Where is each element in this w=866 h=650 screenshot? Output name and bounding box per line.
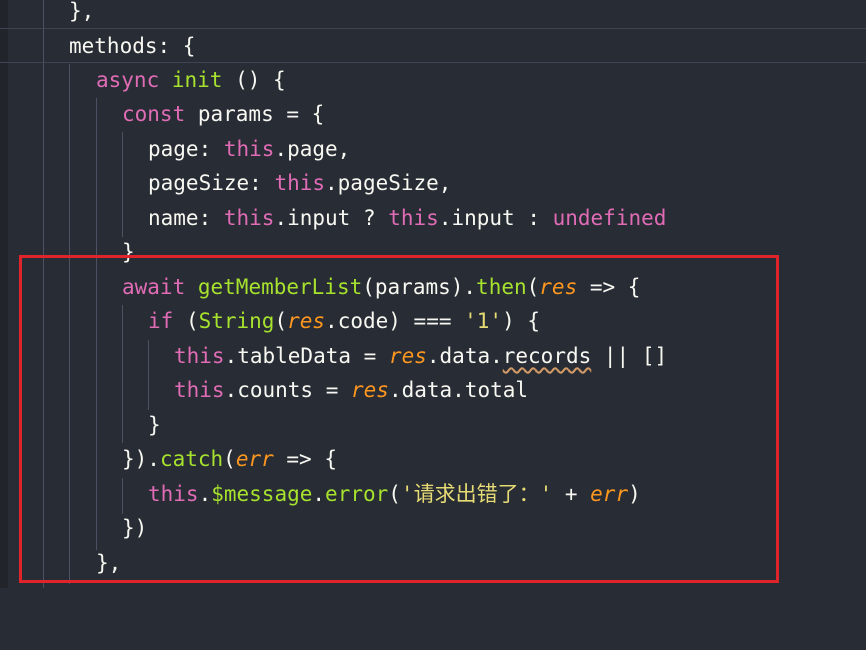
code-token: (params). — [362, 275, 477, 299]
code-token: this — [223, 137, 275, 161]
code-line[interactable]: this.tableData = res.data.records || [] — [0, 339, 866, 374]
code-token: . — [312, 482, 326, 506]
code-token: .data.total — [388, 378, 529, 402]
code-token: err — [590, 482, 629, 506]
code-token: res — [287, 309, 326, 333]
spelling-warning-token[interactable]: records — [503, 344, 592, 368]
code-line[interactable]: methods: { — [0, 28, 866, 63]
code-editor[interactable]: }, methods: { async init () { const para… — [0, 0, 866, 588]
code-line[interactable]: page: this.page, — [0, 132, 866, 167]
code-token: } — [148, 413, 161, 437]
code-line[interactable]: } — [0, 408, 866, 443]
code-line[interactable]: const params = { — [0, 97, 866, 132]
code-token: }). — [122, 447, 160, 471]
code-token: '请求出错了：' — [400, 482, 553, 506]
code-line[interactable]: } — [0, 235, 866, 270]
code-token: const — [122, 102, 186, 126]
code-token: pageSize: — [148, 171, 275, 195]
code-token: => { — [577, 275, 641, 299]
code-token: .page, — [274, 137, 351, 161]
code-token: undefined — [552, 206, 667, 230]
code-tokens: const params = { — [122, 97, 324, 132]
code-token: . — [198, 482, 212, 506]
code-token: this — [148, 482, 199, 506]
code-line[interactable]: this.$message.error('请求出错了：' + err) — [0, 477, 866, 512]
code-token: : { — [157, 34, 196, 58]
code-token: then — [476, 275, 527, 299]
code-line[interactable]: }) — [0, 511, 866, 546]
code-token: }, — [96, 551, 122, 575]
code-token: catch — [159, 447, 224, 471]
code-token: || [] — [591, 344, 668, 368]
code-token: }, — [69, 0, 95, 23]
code-token: .input : — [438, 206, 553, 230]
code-token: init — [171, 68, 223, 92]
code-token: methods — [69, 34, 158, 58]
code-token: .tableData = — [224, 344, 389, 368]
code-token: this — [223, 206, 275, 230]
code-line[interactable]: await getMemberList(params).then(res => … — [0, 270, 866, 305]
code-token: this — [174, 344, 225, 368]
code-tokens: await getMemberList(params).then(res => … — [122, 270, 640, 305]
code-tokens: name: this.input ? this.input : undefine… — [148, 201, 666, 236]
code-token: ( — [526, 275, 540, 299]
code-token: res — [351, 378, 389, 402]
code-tokens: this.$message.error('请求出错了：' + err) — [148, 477, 641, 512]
code-token: async — [96, 68, 160, 92]
code-line[interactable]: if (String(res.code) === '1') { — [0, 304, 866, 339]
code-line[interactable]: pageSize: this.pageSize, — [0, 166, 866, 201]
code-token: .counts = — [224, 378, 352, 402]
code-token: err — [235, 447, 274, 471]
code-token: '1' — [464, 309, 503, 333]
code-token: ( — [388, 482, 401, 506]
code-line[interactable]: }, — [0, 0, 866, 29]
code-token: + — [552, 482, 591, 506]
code-line[interactable]: name: this.input ? this.input : undefine… — [0, 201, 866, 236]
code-tokens: this.tableData = res.data.records || [] — [174, 339, 667, 374]
code-token: .pageSize, — [325, 171, 452, 195]
code-tokens: methods: { — [69, 29, 195, 64]
code-token: () { — [222, 68, 286, 92]
code-tokens: this.counts = res.data.total — [174, 373, 528, 408]
code-line[interactable]: }, — [0, 546, 866, 581]
code-token: params = { — [185, 102, 325, 126]
code-token: ( — [223, 447, 236, 471]
code-token: .code) === — [325, 309, 465, 333]
code-token: res — [539, 275, 578, 299]
code-tokens: async init () { — [96, 63, 286, 98]
code-token: res — [388, 344, 427, 368]
code-line[interactable]: }).catch(err => { — [0, 442, 866, 477]
code-token: ( — [274, 309, 288, 333]
code-token: error — [325, 482, 389, 506]
code-token: getMemberList — [197, 275, 363, 299]
code-token: ) { — [502, 309, 540, 333]
code-token: .data. — [426, 344, 503, 368]
code-token: }) — [122, 516, 148, 540]
code-tokens: page: this.page, — [148, 132, 350, 167]
code-token: this — [274, 171, 326, 195]
code-token: name: — [148, 206, 224, 230]
code-token: page: — [148, 137, 224, 161]
code-token: if — [148, 309, 174, 333]
code-token: await — [122, 275, 186, 299]
code-token: => { — [273, 447, 337, 471]
code-line[interactable]: this.counts = res.data.total — [0, 373, 866, 408]
code-token: .input ? — [274, 206, 389, 230]
code-token: } — [122, 240, 135, 264]
code-tokens: if (String(res.code) === '1') { — [148, 304, 540, 339]
code-token: this — [174, 378, 225, 402]
code-token: String — [198, 309, 275, 333]
code-tokens: pageSize: this.pageSize, — [148, 166, 451, 201]
code-token: ( — [173, 309, 199, 333]
code-line[interactable]: async init () { — [0, 63, 866, 98]
code-token: $message — [211, 482, 313, 506]
code-token: this — [388, 206, 439, 230]
code-token: ) — [628, 482, 641, 506]
code-tokens: }).catch(err => { — [122, 442, 337, 477]
